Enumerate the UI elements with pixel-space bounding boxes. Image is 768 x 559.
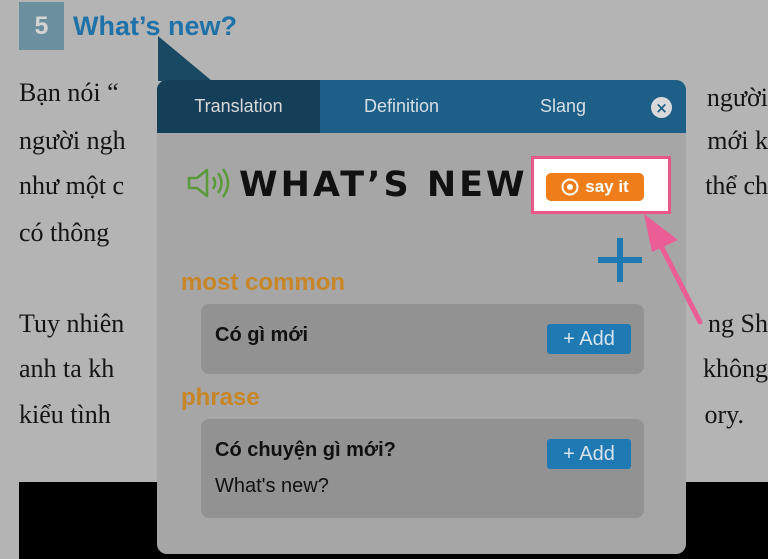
say-it-button[interactable]: say it [546, 173, 644, 201]
speaker-icon[interactable] [187, 168, 231, 198]
section-label-phrase: phrase [181, 384, 260, 411]
tab-slang[interactable]: Slang [483, 80, 643, 133]
article-line-right: ory. [704, 400, 744, 429]
list-item: Có chuyện gì mới? What's new? + Add [201, 419, 644, 518]
say-it-label: say it [585, 177, 629, 196]
entry-subtext: What's new? [215, 475, 329, 497]
article-line-right: không [703, 354, 768, 383]
tab-bar: Translation Definition Slang × [157, 80, 686, 133]
article-line: anh ta kh [19, 354, 115, 383]
entry-text: Có chuyện gì mới? [215, 439, 396, 461]
article-line: có thông [19, 218, 110, 247]
article-line-right: mới k [707, 126, 768, 155]
arrow-pointer-icon [644, 214, 703, 325]
popup-tail [158, 36, 212, 81]
word-title: WHAT’S NEW [239, 165, 528, 205]
article-line: kiểu tình [19, 400, 111, 429]
tab-definition[interactable]: Definition [320, 80, 483, 133]
add-button[interactable]: + Add [547, 324, 631, 354]
article-line-right: người [706, 83, 768, 112]
article-line: Tuy nhiên [19, 309, 125, 338]
heading-number: 5 [19, 2, 64, 50]
entry-text: Có gì mới [215, 324, 309, 346]
list-item: Có gì mới + Add [201, 304, 644, 374]
article-line-right: thể ch [705, 171, 768, 200]
say-it-icon [561, 178, 579, 196]
article-line: người ngh [19, 126, 126, 155]
tab-translation[interactable]: Translation [157, 80, 320, 133]
section-label-most-common: most common [181, 269, 346, 296]
add-button[interactable]: + Add [547, 439, 631, 469]
close-icon[interactable]: × [651, 97, 672, 118]
article-line: như một c [19, 171, 125, 200]
translation-popup: Translation Definition Slang × WHAT’S NE… [157, 80, 686, 554]
article-line: Bạn nói “ [19, 78, 119, 107]
